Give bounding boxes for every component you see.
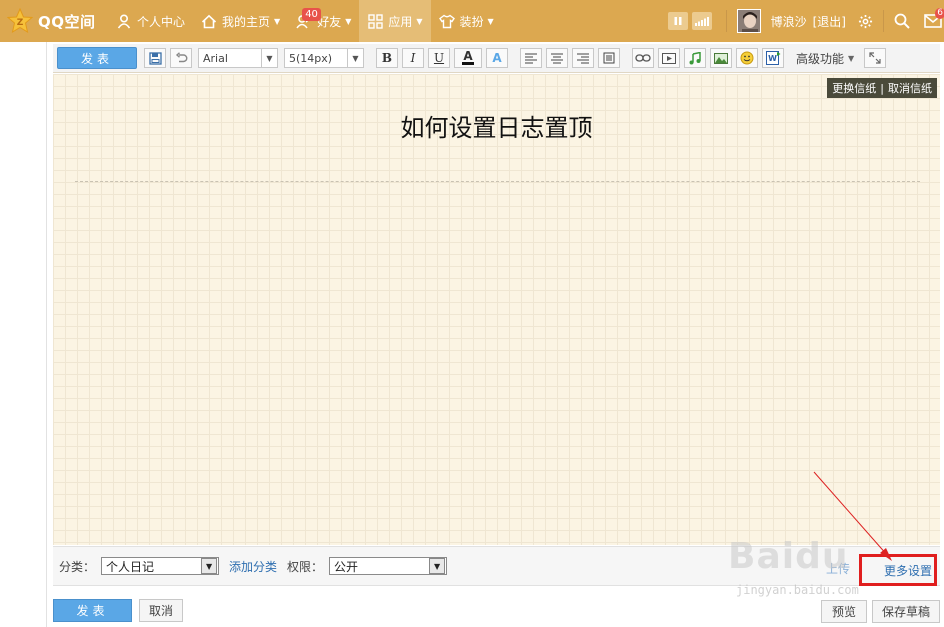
undo-icon[interactable]: [170, 48, 192, 68]
svg-text:Z: Z: [17, 18, 24, 28]
save-draft-button[interactable]: 保存草稿: [872, 600, 940, 623]
font-family-value: Arial: [203, 51, 228, 65]
permission-label: 权限：: [287, 559, 324, 574]
advanced-label: 高级功能: [796, 51, 845, 66]
add-category-link[interactable]: 添加分类: [229, 558, 277, 575]
chevron-down-icon: ▼: [345, 16, 352, 26]
underline-label: U: [433, 51, 445, 65]
person-icon: [116, 13, 132, 29]
bold-button[interactable]: B: [376, 48, 398, 68]
music-icon[interactable]: [684, 48, 706, 68]
advanced-features-menu[interactable]: 高级功能 ▼: [796, 50, 854, 67]
svg-text:W: W: [768, 54, 777, 63]
bottom-publish-button[interactable]: 发表: [53, 599, 132, 622]
pause-music-button[interactable]: [667, 12, 688, 30]
category-label: 分类：: [59, 559, 96, 574]
chevron-down-icon: ▼: [201, 558, 218, 574]
link-icon[interactable]: [632, 48, 654, 68]
nav-decorate[interactable]: 装扮 ▼: [431, 0, 502, 42]
emoji-icon[interactable]: [736, 48, 758, 68]
star-logo-icon: Z: [6, 7, 34, 35]
preview-button[interactable]: 预览: [821, 600, 867, 623]
cancel-button[interactable]: 取消: [139, 599, 183, 622]
gear-icon[interactable]: [858, 14, 873, 29]
nav-label: 我的主页: [222, 14, 271, 29]
text-effect-icon[interactable]: A: [486, 48, 508, 68]
change-paper-link[interactable]: 更换信纸: [832, 80, 876, 96]
volume-button[interactable]: [691, 12, 712, 30]
logout-link[interactable]: [退出]: [813, 13, 846, 30]
italic-button[interactable]: I: [402, 48, 424, 68]
video-icon[interactable]: [658, 48, 680, 68]
fullscreen-icon[interactable]: [864, 48, 887, 68]
chevron-down-icon: ▼: [347, 49, 363, 67]
divider: |: [880, 81, 884, 95]
logo-text: QQ空间: [38, 12, 96, 31]
divider: [725, 10, 727, 32]
letter-paper-controls: 更换信纸 | 取消信纸: [827, 78, 937, 98]
more-settings-highlight: 更多设置: [859, 554, 937, 586]
mail-count-badge: 6: [935, 8, 944, 19]
apps-grid-icon: [367, 13, 383, 29]
left-side-panel: [0, 42, 47, 627]
chevron-down-icon: ▼: [848, 53, 855, 63]
search-icon[interactable]: [894, 13, 910, 29]
nav-label: 个人中心: [137, 14, 186, 29]
baidu-watermark: Baidu: [728, 536, 849, 577]
permission-select[interactable]: 公开 ▼: [329, 557, 448, 575]
friends-count-badge: 40: [302, 8, 321, 21]
baidu-watermark-url: jingyan.baidu.com: [736, 583, 859, 597]
top-navigation-bar: Z QQ空间 个人中心 我的主页 ▼ 40 好友 ▼ 应用 ▼ 装扮 ▼ 博浪沙…: [0, 0, 944, 42]
home-icon: [201, 13, 217, 29]
nav-personal-center[interactable]: 个人中心: [108, 0, 193, 42]
underline-button[interactable]: U: [428, 48, 450, 68]
nav-label: 装扮: [459, 14, 484, 29]
tshirt-icon: [438, 13, 455, 29]
post-title[interactable]: 如何设置日志置顶: [53, 108, 940, 143]
chevron-down-icon: ▼: [274, 16, 281, 26]
image-icon[interactable]: [710, 48, 732, 68]
font-size-select[interactable]: 5(14px) ▼: [284, 48, 364, 68]
cancel-paper-link[interactable]: 取消信纸: [888, 80, 932, 96]
publish-button[interactable]: 发表: [57, 47, 137, 69]
category-select[interactable]: 个人日记 ▼: [101, 557, 220, 575]
editor-toolbar: 发表 Arial ▼ 5(14px) ▼ B I U A A W 高级功能 ▼: [53, 44, 940, 73]
mail-icon[interactable]: 6: [924, 8, 944, 28]
font-size-value: 5(14px): [289, 51, 333, 65]
divider: [883, 10, 884, 32]
align-center-icon[interactable]: [546, 48, 568, 68]
chevron-down-icon: ▼: [487, 16, 494, 26]
font-color-label: A: [463, 49, 473, 63]
chevron-down-icon: ▼: [261, 49, 277, 67]
category-value: 个人日记: [106, 559, 155, 574]
nav-label: 应用: [388, 14, 413, 29]
permission-value: 公开: [334, 559, 359, 574]
font-color-swatch: [462, 62, 474, 65]
font-color-button[interactable]: A: [454, 48, 482, 68]
qzone-logo[interactable]: Z QQ空间: [0, 0, 108, 42]
nav-apps[interactable]: 应用 ▼: [359, 0, 431, 42]
font-family-select[interactable]: Arial ▼: [198, 48, 278, 68]
align-right-icon[interactable]: [572, 48, 594, 68]
chevron-down-icon: ▼: [416, 16, 423, 26]
title-divider: [75, 181, 920, 182]
word-import-icon[interactable]: W: [762, 48, 784, 68]
editor-content-area[interactable]: 更换信纸 | 取消信纸 如何设置日志置顶: [53, 74, 940, 545]
save-icon[interactable]: [144, 48, 166, 68]
more-settings-link[interactable]: 更多设置: [884, 562, 932, 579]
chevron-down-icon: ▼: [429, 558, 446, 574]
bold-label: B: [381, 51, 393, 65]
align-left-icon[interactable]: [520, 48, 542, 68]
indent-icon[interactable]: [598, 48, 620, 68]
italic-label: I: [410, 51, 416, 65]
nav-my-homepage[interactable]: 我的主页 ▼: [193, 0, 288, 42]
avatar[interactable]: [736, 9, 761, 33]
user-name[interactable]: 博浪沙: [771, 13, 807, 30]
nav-friends[interactable]: 40 好友 ▼: [288, 0, 359, 42]
